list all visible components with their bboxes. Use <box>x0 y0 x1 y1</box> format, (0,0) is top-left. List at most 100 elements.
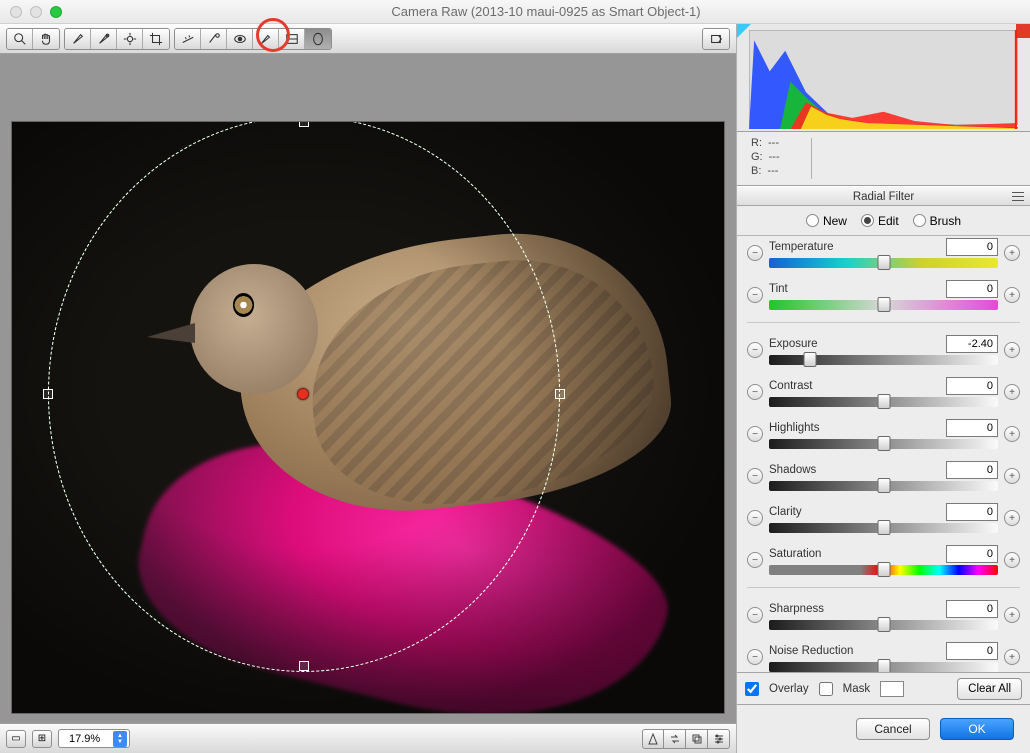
plus-icon[interactable]: + <box>1004 649 1020 665</box>
minus-icon[interactable]: − <box>747 342 763 358</box>
minus-icon[interactable]: − <box>747 287 763 303</box>
window-controls[interactable] <box>10 6 62 18</box>
clarity-slider[interactable] <box>769 523 998 533</box>
swap-before-after-button[interactable] <box>664 729 686 749</box>
temperature-input[interactable] <box>946 238 998 256</box>
spot-removal-tool[interactable] <box>201 29 227 49</box>
radial-filter-pin[interactable] <box>297 388 309 400</box>
shadows-label: Shadows <box>769 464 816 476</box>
histogram-graph <box>749 30 1018 129</box>
minus-icon[interactable]: − <box>747 384 763 400</box>
contrast-input[interactable] <box>946 377 998 395</box>
panel-menu-icon[interactable] <box>1012 190 1024 202</box>
noise-slider[interactable] <box>769 662 998 672</box>
highlights-slider[interactable] <box>769 439 998 449</box>
overlay-mask-row: Overlay Mask Clear All <box>737 673 1030 705</box>
highlight-clipping-icon[interactable] <box>1016 24 1030 38</box>
window-title: Camera Raw (2013-10 maui-0925 as Smart O… <box>62 4 1030 19</box>
mode-edit[interactable]: Edit <box>861 214 899 228</box>
minus-icon[interactable]: − <box>747 552 763 568</box>
image-preview-area[interactable] <box>0 54 736 723</box>
minus-icon[interactable]: − <box>747 510 763 526</box>
before-after-view-button[interactable] <box>642 729 664 749</box>
single-view-button[interactable]: ▭ <box>6 730 26 748</box>
toolbar <box>0 24 736 54</box>
clear-all-button[interactable]: Clear All <box>957 678 1022 700</box>
exposure-row: − Exposure + <box>737 333 1030 367</box>
zoom-value: 17.9% <box>69 733 100 745</box>
plus-icon[interactable]: + <box>1004 342 1020 358</box>
overlay-checkbox[interactable] <box>745 682 759 696</box>
hand-tool[interactable] <box>33 29 59 49</box>
contrast-row: − Contrast + <box>737 375 1030 409</box>
plus-icon[interactable]: + <box>1004 426 1020 442</box>
minus-icon[interactable]: − <box>747 426 763 442</box>
highlights-row: − Highlights + <box>737 417 1030 451</box>
radial-handle-left[interactable] <box>43 389 53 399</box>
mode-new[interactable]: New <box>806 214 847 228</box>
targeted-adjustment-tool[interactable] <box>117 29 143 49</box>
plus-icon[interactable]: + <box>1004 287 1020 303</box>
cancel-button[interactable]: Cancel <box>856 718 930 740</box>
plus-icon[interactable]: + <box>1004 552 1020 568</box>
minus-icon[interactable]: − <box>747 468 763 484</box>
plus-icon[interactable]: + <box>1004 384 1020 400</box>
ok-button[interactable]: OK <box>940 718 1014 740</box>
close-icon[interactable] <box>10 6 22 18</box>
plus-icon[interactable]: + <box>1004 510 1020 526</box>
preview-preferences-button[interactable] <box>708 729 730 749</box>
contrast-label: Contrast <box>769 380 812 392</box>
sharpness-slider[interactable] <box>769 620 998 630</box>
status-bar: ▭ ⊞ 17.9% ▲▼ <box>0 723 736 753</box>
white-balance-tool[interactable] <box>65 29 91 49</box>
contrast-slider[interactable] <box>769 397 998 407</box>
minimize-icon[interactable] <box>30 6 42 18</box>
minus-icon[interactable]: − <box>747 649 763 665</box>
crop-tool[interactable] <box>143 29 169 49</box>
tint-slider[interactable] <box>769 300 998 310</box>
saturation-input[interactable] <box>946 545 998 563</box>
minus-icon[interactable]: − <box>747 245 763 261</box>
plus-icon[interactable]: + <box>1004 607 1020 623</box>
preferences-button[interactable] <box>703 29 729 49</box>
copy-settings-button[interactable] <box>686 729 708 749</box>
shadows-row: − Shadows + <box>737 459 1030 493</box>
clarity-input[interactable] <box>946 503 998 521</box>
zoom-tool[interactable] <box>7 29 33 49</box>
plus-icon[interactable]: + <box>1004 245 1020 261</box>
shadows-slider[interactable] <box>769 481 998 491</box>
noise-input[interactable] <box>946 642 998 660</box>
minus-icon[interactable]: − <box>747 607 763 623</box>
highlights-label: Highlights <box>769 422 820 434</box>
highlights-input[interactable] <box>946 419 998 437</box>
sharpness-input[interactable] <box>946 600 998 618</box>
shadows-input[interactable] <box>946 461 998 479</box>
mask-checkbox[interactable] <box>819 682 833 696</box>
temperature-slider[interactable] <box>769 258 998 268</box>
tint-label: Tint <box>769 283 788 295</box>
exposure-slider[interactable] <box>769 355 998 365</box>
saturation-row: − Saturation + <box>737 543 1030 577</box>
radial-handle-top[interactable] <box>299 122 309 127</box>
graduated-filter-tool[interactable] <box>279 29 305 49</box>
saturation-slider[interactable] <box>769 565 998 575</box>
zoom-stepper[interactable]: ▲▼ <box>113 731 127 747</box>
fullscreen-icon[interactable] <box>50 6 62 18</box>
tint-input[interactable] <box>946 280 998 298</box>
adjustment-brush-tool[interactable] <box>253 29 279 49</box>
zoom-level-select[interactable]: 17.9% ▲▼ <box>58 729 130 748</box>
straighten-tool[interactable] <box>175 29 201 49</box>
color-sampler-tool[interactable] <box>91 29 117 49</box>
histogram[interactable] <box>737 24 1030 132</box>
radial-handle-bottom[interactable] <box>299 661 309 671</box>
photo-vignette <box>12 122 724 713</box>
plus-icon[interactable]: + <box>1004 468 1020 484</box>
radial-filter-tool[interactable] <box>305 29 331 49</box>
mode-brush[interactable]: Brush <box>913 214 961 228</box>
red-eye-tool[interactable] <box>227 29 253 49</box>
exposure-input[interactable] <box>946 335 998 353</box>
image-canvas[interactable] <box>12 122 724 713</box>
mask-color-swatch[interactable] <box>880 681 904 697</box>
radial-handle-right[interactable] <box>555 389 565 399</box>
grid-view-button[interactable]: ⊞ <box>32 730 52 748</box>
